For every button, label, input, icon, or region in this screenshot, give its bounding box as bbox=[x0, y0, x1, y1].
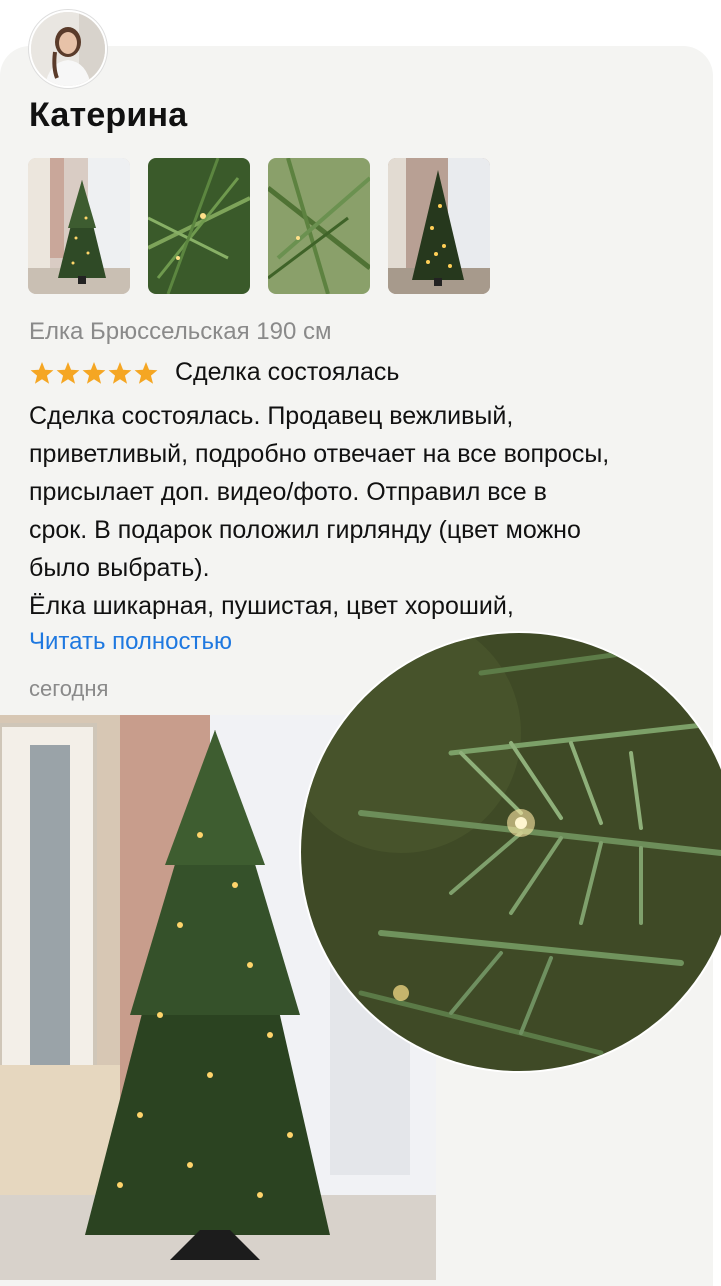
star-icon bbox=[108, 362, 132, 384]
author-avatar[interactable] bbox=[29, 10, 107, 88]
review-text-line: Сделка состоялась. Продавец вежливый, bbox=[29, 402, 514, 430]
read-more-link[interactable]: Читать полностью bbox=[29, 628, 232, 656]
avatar-photo bbox=[31, 12, 105, 86]
review-text-line: срок. В подарок положил гирлянду (цвет м… bbox=[29, 516, 581, 544]
review-photo-thumb-2[interactable] bbox=[148, 158, 250, 294]
review-text-line: присылает доп. видео/фото. Отправил все … bbox=[29, 478, 547, 506]
review-photo-thumb-4[interactable] bbox=[388, 158, 490, 294]
author-name[interactable]: Катерина bbox=[29, 96, 187, 135]
rating-stars bbox=[30, 362, 158, 384]
review-photo-thumb-3[interactable] bbox=[268, 158, 370, 294]
review-text-line: приветливый, подробно отвечает на все во… bbox=[29, 440, 610, 468]
product-name[interactable]: Елка Брюссельская 190 см bbox=[29, 318, 331, 346]
review-text-line: было выбрать). bbox=[29, 554, 210, 582]
star-icon bbox=[30, 362, 54, 384]
review-photo-thumb-1[interactable] bbox=[28, 158, 130, 294]
review-text-line: Ёлка шикарная, пушистая, цвет хороший, bbox=[29, 592, 514, 620]
review-photo-zoom[interactable] bbox=[301, 633, 721, 1071]
review-date: сегодня bbox=[29, 676, 109, 701]
star-icon bbox=[134, 362, 158, 384]
review-text: Сделка состоялась. Продавец вежливый, пр… bbox=[29, 397, 689, 625]
deal-status: Сделка состоялась bbox=[175, 358, 400, 386]
star-icon bbox=[82, 362, 106, 384]
star-icon bbox=[56, 362, 80, 384]
